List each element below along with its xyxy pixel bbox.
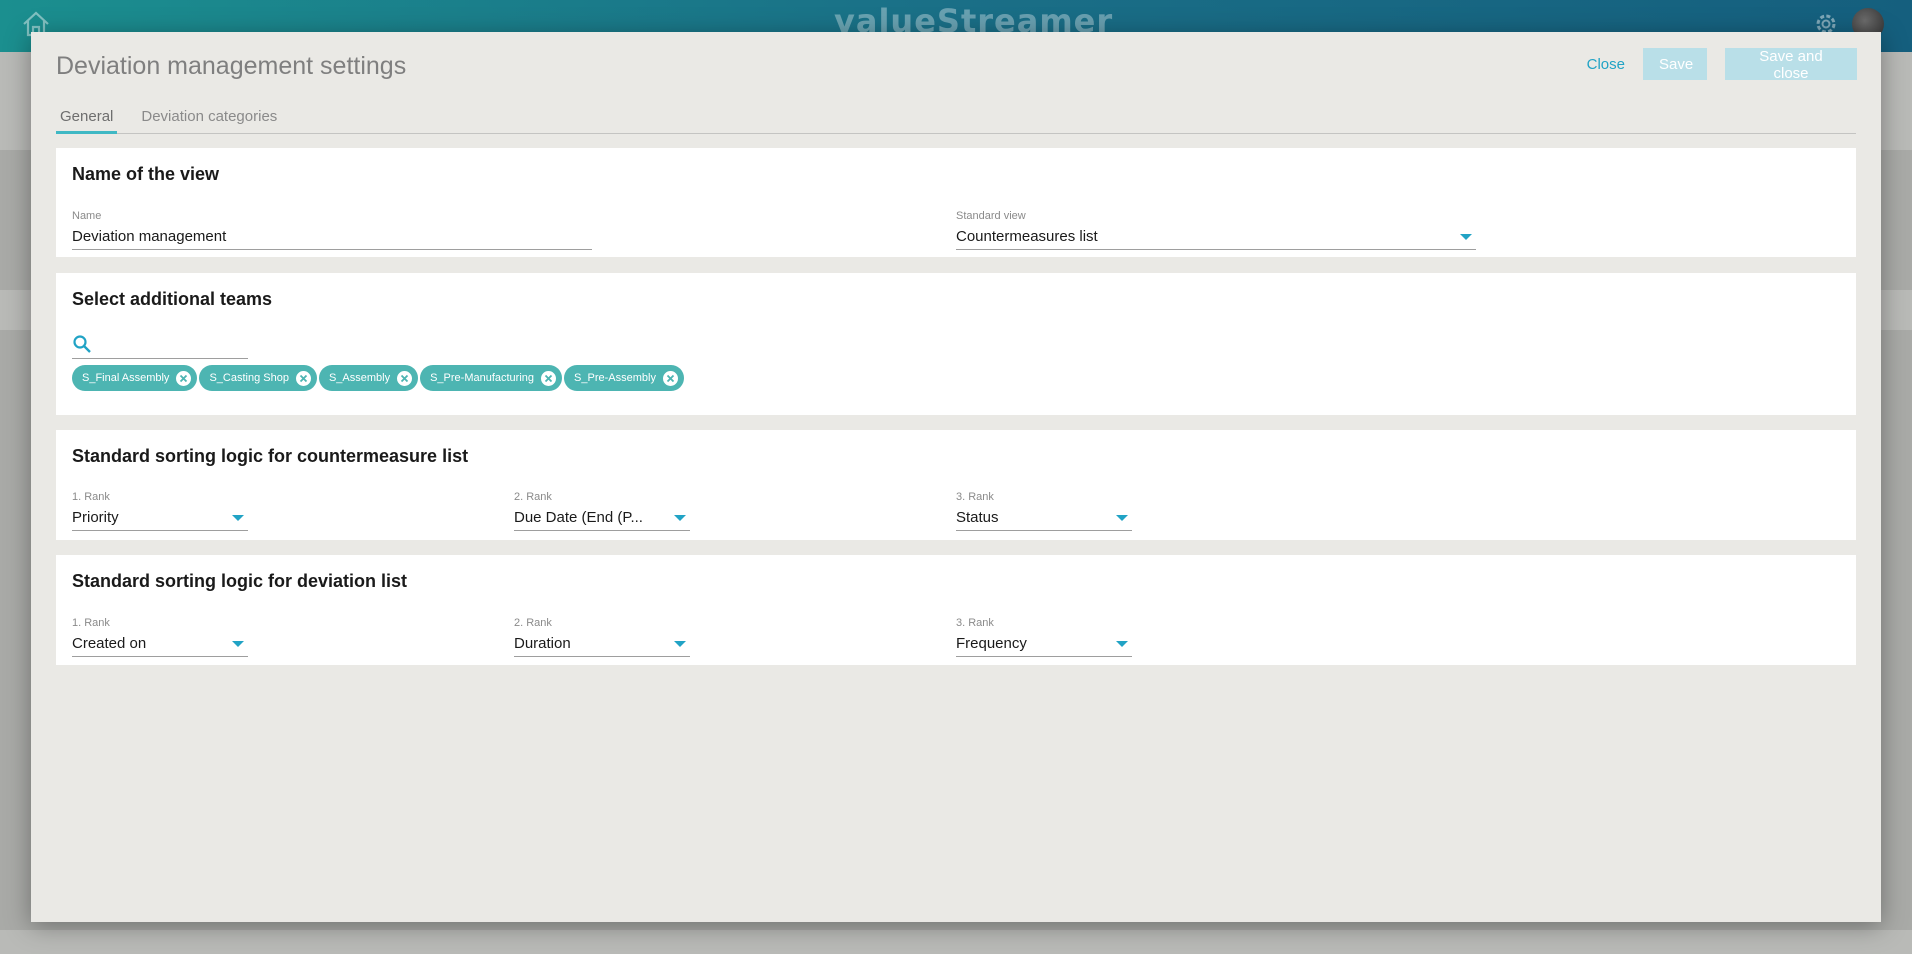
- field-label: Standard view: [956, 210, 1026, 222]
- chevron-down-icon: [674, 640, 686, 647]
- team-chips: S_Final Assembly S_Casting Shop S_Assemb…: [72, 365, 686, 391]
- deviation-sort-card: Standard sorting logic for deviation lis…: [56, 555, 1856, 665]
- rank-value[interactable]: Created on: [72, 633, 248, 657]
- rank-1-select[interactable]: 1. Rank Created on: [72, 617, 248, 657]
- standard-view-value[interactable]: Countermeasures list: [956, 226, 1476, 250]
- section-heading: Standard sorting logic for countermeasur…: [72, 446, 469, 466]
- name-field[interactable]: Name Deviation management: [72, 210, 592, 250]
- team-chip[interactable]: S_Pre-Manufacturing: [420, 365, 563, 391]
- settings-modal: Deviation management settings Close Save…: [31, 32, 1881, 922]
- rank-value[interactable]: Due Date (End (P...: [514, 507, 690, 531]
- close-icon[interactable]: [176, 370, 192, 386]
- close-icon[interactable]: [541, 370, 557, 386]
- view-name-card: Name of the view Name Deviation manageme…: [56, 148, 1856, 257]
- close-icon[interactable]: [397, 370, 413, 386]
- tab-bar: General Deviation categories: [56, 102, 1856, 134]
- name-input[interactable]: Deviation management: [72, 226, 592, 250]
- field-label: 1. Rank: [72, 617, 110, 629]
- rank-1-select[interactable]: 1. Rank Priority: [72, 491, 248, 531]
- field-label: 2. Rank: [514, 617, 552, 629]
- team-chip[interactable]: S_Casting Shop: [199, 365, 317, 391]
- save-and-close-button[interactable]: Save and close: [1725, 48, 1857, 82]
- field-label: Name: [72, 210, 102, 222]
- rank-3-select[interactable]: 3. Rank Frequency: [956, 617, 1132, 657]
- team-search[interactable]: [72, 329, 248, 359]
- teams-card: Select additional teams S_Final Assembly…: [56, 273, 1856, 415]
- close-icon[interactable]: [662, 370, 678, 386]
- team-chip[interactable]: S_Assembly: [318, 365, 419, 391]
- chevron-down-icon: [1460, 233, 1472, 240]
- tab-deviation-categories[interactable]: Deviation categories: [137, 102, 281, 134]
- search-icon: [73, 334, 91, 353]
- team-chip[interactable]: S_Final Assembly: [72, 365, 198, 391]
- modal-actions: Close Save Save and close: [1587, 48, 1857, 82]
- rank-value[interactable]: Duration: [514, 633, 690, 657]
- rank-3-select[interactable]: 3. Rank Status: [956, 491, 1132, 531]
- chevron-down-icon: [232, 640, 244, 647]
- field-label: 2. Rank: [514, 491, 552, 503]
- chevron-down-icon: [232, 514, 244, 521]
- close-button[interactable]: Close: [1587, 56, 1625, 73]
- field-label: 3. Rank: [956, 491, 994, 503]
- field-label: 3. Rank: [956, 617, 994, 629]
- section-heading: Select additional teams: [72, 289, 273, 309]
- chevron-down-icon: [1116, 640, 1128, 647]
- tab-general[interactable]: General: [56, 102, 118, 134]
- team-search-input[interactable]: [98, 331, 238, 356]
- team-chip[interactable]: S_Pre-Assembly: [564, 365, 684, 391]
- section-heading: Standard sorting logic for deviation lis…: [72, 571, 408, 591]
- close-icon[interactable]: [295, 370, 311, 386]
- save-button[interactable]: Save: [1643, 48, 1707, 80]
- rank-value[interactable]: Status: [956, 507, 1132, 531]
- rank-2-select[interactable]: 2. Rank Duration: [514, 617, 690, 657]
- countermeasure-sort-card: Standard sorting logic for countermeasur…: [56, 430, 1856, 540]
- field-label: 1. Rank: [72, 491, 110, 503]
- rank-value[interactable]: Frequency: [956, 633, 1132, 657]
- modal-title: Deviation management settings: [56, 52, 407, 80]
- rank-2-select[interactable]: 2. Rank Due Date (End (P...: [514, 491, 690, 531]
- rank-value[interactable]: Priority: [72, 507, 248, 531]
- standard-view-select[interactable]: Standard view Countermeasures list: [956, 210, 1476, 250]
- chevron-down-icon: [674, 514, 686, 521]
- chevron-down-icon: [1116, 514, 1128, 521]
- section-heading: Name of the view: [72, 164, 220, 184]
